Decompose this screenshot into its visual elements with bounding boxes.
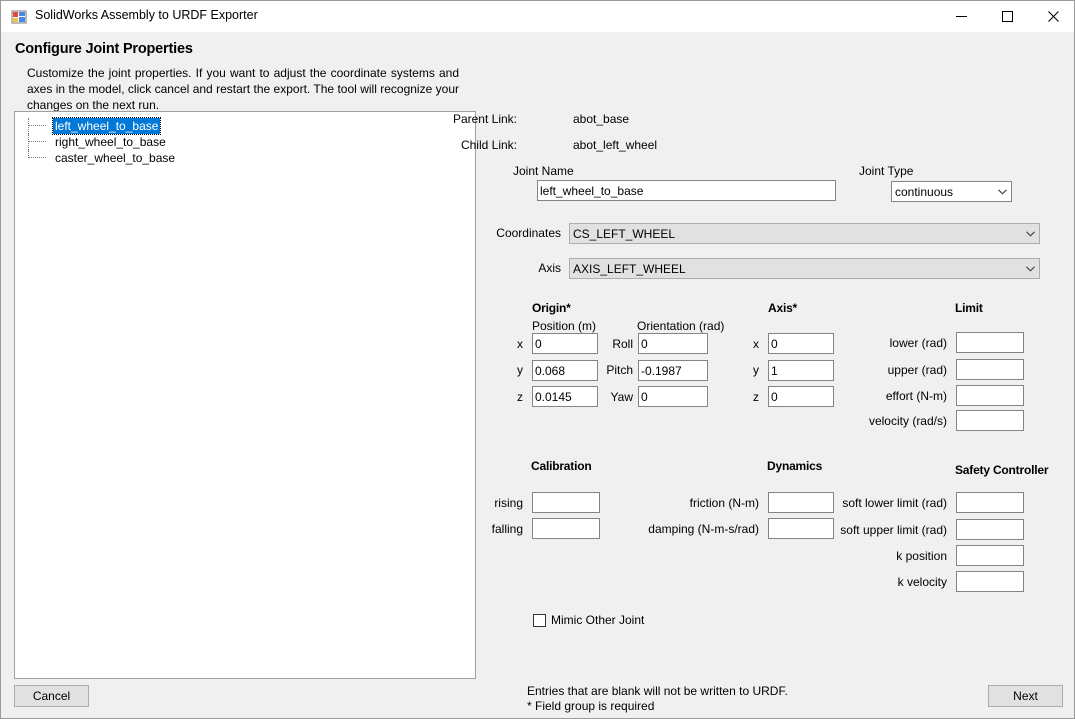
tree-node-label: caster_wheel_to_base (53, 150, 177, 166)
tree-dash (28, 125, 46, 126)
child-link-value: abot_left_wheel (573, 138, 657, 152)
safety-k-velocity-input[interactable] (956, 571, 1024, 592)
chevron-down-icon (994, 189, 1011, 195)
minimize-icon (956, 11, 967, 22)
joint-name-label: Joint Name (513, 164, 574, 178)
next-button[interactable]: Next (988, 685, 1063, 707)
limit-effort-label: effort (N-m) (831, 389, 947, 403)
maximize-button[interactable] (984, 1, 1030, 31)
dynamics-damping-label: damping (N-m-s/rad) (609, 522, 759, 536)
joint-type-select[interactable]: continuous (891, 181, 1012, 202)
origin-roll-input[interactable] (638, 333, 708, 354)
limit-effort-input[interactable] (956, 385, 1024, 406)
tree-line (28, 134, 29, 150)
close-icon (1048, 11, 1059, 22)
footer-note: Entries that are blank will not be writt… (527, 684, 788, 714)
minimize-button[interactable] (938, 1, 984, 31)
origin-position-header: Position (m) (532, 319, 596, 333)
calibration-rising-label: rising (461, 496, 523, 510)
child-link-label: Child Link: (437, 138, 517, 152)
joint-name-input[interactable] (537, 180, 836, 201)
origin-y-input[interactable] (532, 360, 598, 381)
origin-x-input[interactable] (532, 333, 598, 354)
origin-orientation-header: Orientation (rad) (637, 319, 724, 333)
origin-pitch-label: Pitch (597, 363, 633, 377)
tree-node-right-wheel[interactable]: right_wheel_to_base (15, 134, 475, 150)
coordinates-value: CS_LEFT_WHEEL (570, 227, 1022, 241)
safety-soft-upper-input[interactable] (956, 519, 1024, 540)
safety-soft-lower-input[interactable] (956, 492, 1024, 513)
origin-y-label: y (501, 363, 523, 377)
dynamics-friction-label: friction (N-m) (637, 496, 759, 510)
page-description: Customize the joint properties. If you w… (27, 65, 459, 113)
joint-type-value: continuous (892, 185, 994, 199)
application-window: SolidWorks Assembly to URDF Exporter Con… (0, 0, 1075, 719)
axis-select[interactable]: AXIS_LEFT_WHEEL (569, 258, 1040, 279)
safety-k-position-label: k position (821, 549, 947, 563)
limit-velocity-input[interactable] (956, 410, 1024, 431)
page-title: Configure Joint Properties (15, 41, 193, 57)
coordinates-select[interactable]: CS_LEFT_WHEEL (569, 223, 1040, 244)
origin-pitch-input[interactable] (638, 360, 708, 381)
mimic-other-joint-checkbox[interactable]: Mimic Other Joint (533, 613, 644, 627)
safety-k-position-input[interactable] (956, 545, 1024, 566)
limit-lower-label: lower (rad) (831, 336, 947, 350)
app-form-icon (11, 9, 27, 25)
window-title: SolidWorks Assembly to URDF Exporter (35, 8, 258, 22)
origin-roll-label: Roll (597, 337, 633, 351)
calibration-falling-label: falling (461, 522, 523, 536)
tree-node-caster-wheel[interactable]: caster_wheel_to_base (15, 150, 475, 166)
axis-z-input[interactable] (768, 386, 834, 407)
limit-lower-input[interactable] (956, 332, 1024, 353)
joint-type-label: Joint Type (859, 164, 913, 178)
limit-upper-input[interactable] (956, 359, 1024, 380)
limit-group-title: Limit (955, 301, 983, 315)
axis-value: AXIS_LEFT_WHEEL (570, 262, 1022, 276)
tree-node-label: right_wheel_to_base (53, 134, 168, 150)
title-bar: SolidWorks Assembly to URDF Exporter (1, 1, 1075, 32)
footer-line-2: * Field group is required (527, 699, 788, 714)
tree-dash (28, 157, 46, 158)
axis-x-label: x (737, 337, 759, 351)
checkbox-box[interactable] (533, 614, 546, 627)
safety-group-title: Safety Controller (955, 463, 1048, 477)
tree-node-left-wheel[interactable]: left_wheel_to_base (15, 118, 475, 134)
axis-group-title: Axis* (768, 301, 797, 315)
cancel-button[interactable]: Cancel (14, 685, 89, 707)
origin-z-label: z (501, 390, 523, 404)
limit-velocity-label: velocity (rad/s) (823, 414, 947, 428)
safety-soft-lower-label: soft lower limit (rad) (821, 496, 947, 510)
origin-group-title: Origin* (532, 301, 571, 315)
calibration-falling-input[interactable] (532, 518, 600, 539)
origin-z-input[interactable] (532, 386, 598, 407)
axis-z-label: z (737, 390, 759, 404)
dynamics-group-title: Dynamics (767, 459, 822, 473)
origin-x-label: x (501, 337, 523, 351)
close-button[interactable] (1030, 1, 1075, 31)
axis-y-label: y (737, 363, 759, 377)
calibration-rising-input[interactable] (532, 492, 600, 513)
maximize-icon (1002, 11, 1013, 22)
tree-line (28, 118, 29, 134)
safety-soft-upper-label: soft upper limit (rad) (821, 523, 947, 537)
axis-x-input[interactable] (768, 333, 834, 354)
footer-line-1: Entries that are blank will not be writt… (527, 684, 788, 699)
tree-node-label: left_wheel_to_base (53, 118, 160, 134)
chevron-down-icon (1022, 231, 1039, 237)
parent-link-value: abot_base (573, 112, 629, 126)
coordinates-label: Coordinates (441, 226, 561, 240)
chevron-down-icon (1022, 266, 1039, 272)
calibration-group-title: Calibration (531, 459, 591, 473)
tree-dash (28, 141, 46, 142)
axis-label: Axis (471, 261, 561, 275)
parent-link-label: Parent Link: (437, 112, 517, 126)
axis-y-input[interactable] (768, 360, 834, 381)
safety-k-velocity-label: k velocity (821, 575, 947, 589)
origin-yaw-label: Yaw (597, 390, 633, 404)
origin-yaw-input[interactable] (638, 386, 708, 407)
limit-upper-label: upper (rad) (831, 363, 947, 377)
mimic-other-joint-label: Mimic Other Joint (551, 613, 644, 627)
joint-tree-view[interactable]: left_wheel_to_base right_wheel_to_base c… (14, 111, 476, 679)
